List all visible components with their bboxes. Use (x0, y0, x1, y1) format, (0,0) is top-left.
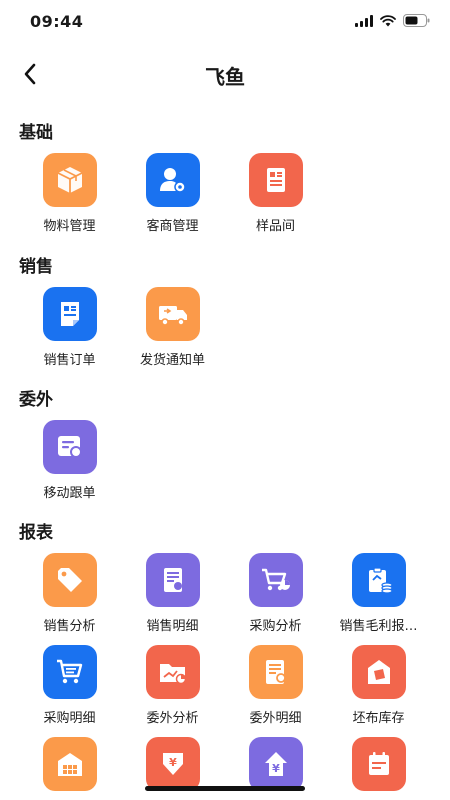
grid-item-report-9[interactable] (18, 737, 121, 799)
grid-item-label: 委外明细 (249, 711, 302, 726)
grid-item-sales-margin-report[interactable]: 销售毛利报… (327, 553, 430, 634)
yuan-up-icon: ¥ (248, 737, 303, 791)
grid-item-greige-inventory[interactable]: 坯布库存 (327, 645, 430, 726)
user-gear-icon (145, 153, 200, 207)
status-icons (355, 14, 430, 27)
status-time: 09:44 (30, 12, 84, 31)
sales-detail-icon (145, 553, 200, 607)
grid-item-label: 客商管理 (146, 219, 199, 234)
doc-search-icon (248, 645, 303, 699)
calendar-icon (351, 737, 406, 791)
page-title: 飞鱼 (205, 65, 245, 89)
clipboard-coins-icon (351, 553, 406, 607)
grid-item-label: 委外分析 (146, 711, 199, 726)
grid-item-label: 样品间 (255, 219, 295, 234)
status-bar: 09:44 (0, 0, 450, 44)
nav-bar: 飞鱼 (0, 52, 450, 96)
grid-item-purchase-analysis[interactable]: 采购分析 (224, 553, 327, 634)
grid-item-report-12[interactable] (327, 737, 430, 799)
grid-item-label: 销售毛利报… (339, 619, 418, 634)
warehouse-icon (351, 645, 406, 699)
grid-item-outsource-detail[interactable]: 委外明细 (224, 645, 327, 726)
grid-item-label: 发货通知单 (139, 353, 205, 368)
section-title-reports: 报表 (19, 523, 53, 543)
document-icon (248, 153, 303, 207)
building-icon (42, 737, 97, 791)
grid-item-sample-room[interactable]: 样品间 (224, 153, 327, 234)
grid-item-label: 物料管理 (43, 219, 96, 234)
grid-item-material[interactable]: 物料管理 (18, 153, 121, 234)
folder-chart-icon (145, 645, 200, 699)
grid-item-label: 采购分析 (249, 619, 302, 634)
grid-item-purchase-detail[interactable]: 采购明细 (18, 645, 121, 726)
grid-item-label: 采购明细 (43, 711, 96, 726)
grid-item-delivery-notice[interactable]: 发货通知单 (121, 287, 224, 368)
battery-icon (403, 14, 430, 27)
grid-item-outsource-analysis[interactable]: 委外分析 (121, 645, 224, 726)
order-icon (42, 287, 97, 341)
svg-text:¥: ¥ (272, 762, 280, 775)
svg-text:¥: ¥ (169, 756, 177, 769)
cart-list-icon (42, 645, 97, 699)
yuan-down-icon: ¥ (145, 737, 200, 791)
track-icon (42, 420, 97, 474)
wifi-icon (380, 14, 396, 26)
grid-item-label: 销售分析 (43, 619, 96, 634)
cellular-signal-icon (355, 14, 373, 27)
box-icon (42, 153, 97, 207)
grid-item-label: 坯布库存 (352, 711, 405, 726)
grid-item-label: 移动跟单 (43, 486, 96, 501)
grid-item-mobile-tracking[interactable]: 移动跟单 (18, 420, 121, 501)
section-title-basic: 基础 (19, 123, 53, 143)
grid-item-customer[interactable]: 客商管理 (121, 153, 224, 234)
section-title-sales: 销售 (19, 257, 53, 277)
grid-item-sales-order[interactable]: 销售订单 (18, 287, 121, 368)
cart-chart-icon (248, 553, 303, 607)
home-indicator[interactable] (145, 786, 305, 791)
section-title-outsource: 委外 (19, 390, 53, 410)
grid-item-label: 销售订单 (43, 353, 96, 368)
tag-icon (42, 553, 97, 607)
truck-icon (145, 287, 200, 341)
grid-item-sales-detail[interactable]: 销售明细 (121, 553, 224, 634)
grid-item-sales-analysis[interactable]: 销售分析 (18, 553, 121, 634)
grid-item-label: 销售明细 (146, 619, 199, 634)
